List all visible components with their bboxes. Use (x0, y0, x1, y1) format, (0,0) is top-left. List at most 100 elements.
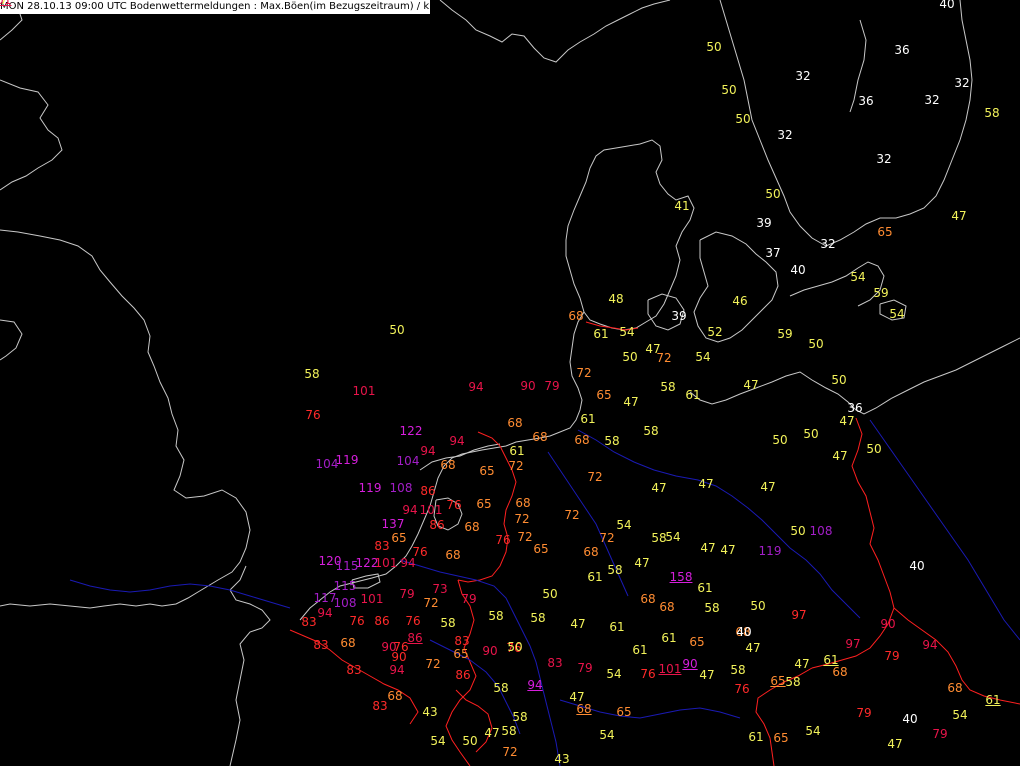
station-value: 40 (736, 625, 752, 639)
station-value: 54 (665, 530, 681, 544)
station-value: 90 (482, 644, 498, 658)
station-value: 47 (651, 481, 667, 495)
station-value: 50 (750, 599, 766, 613)
station-value: 61 (593, 327, 609, 341)
station-value: 90 (391, 650, 407, 664)
station-value: 47 (839, 414, 855, 428)
station-value: 76 (640, 667, 656, 681)
station-value: 83 (301, 615, 317, 629)
coastline-sweden (439, 0, 671, 63)
station-value: 90 (682, 657, 698, 671)
station-value: 47 (743, 378, 759, 392)
station-value: 40 (909, 559, 925, 573)
station-value: 58 (493, 681, 509, 695)
station-value: 59 (777, 327, 793, 341)
station-value: 86 (407, 631, 423, 645)
coastline-britain-east (0, 79, 63, 191)
station-value: 119 (335, 453, 359, 467)
station-value: 79 (544, 379, 560, 393)
station-value: 58 (651, 531, 667, 545)
station-value: 65 (533, 542, 549, 556)
station-value: 32 (876, 152, 892, 166)
station-value: 72 (425, 657, 441, 671)
station-value: 72 (502, 745, 518, 759)
station-value: 83 (454, 634, 470, 648)
station-value: 101 (374, 556, 398, 570)
station-value: 52 (707, 325, 723, 339)
station-value: 72 (514, 512, 530, 526)
station-value: 65 (616, 705, 632, 719)
station-value: 158 (669, 570, 693, 584)
station-value: 104 (396, 454, 420, 468)
station-value: 108 (809, 524, 833, 538)
station-value: 86 (429, 518, 445, 532)
station-value: 94 (400, 556, 416, 570)
station-value: 101 (658, 662, 682, 676)
station-value: 58 (304, 367, 320, 381)
station-value: 68 (568, 309, 584, 323)
station-value: 76 (405, 614, 421, 628)
station-value: 58 (607, 563, 623, 577)
station-value: 46 (732, 294, 748, 308)
station-value: 54 (695, 350, 711, 364)
station-value: 47 (623, 395, 639, 409)
station-value: 47 (720, 543, 736, 557)
station-value: 48 (608, 292, 624, 306)
station-value: 58 (530, 611, 546, 625)
station-value: 61 (580, 412, 596, 426)
station-value: 54 (606, 667, 622, 681)
station-value: 79 (884, 649, 900, 663)
station-value: 86 (455, 668, 471, 682)
station-value: 50 (866, 442, 882, 456)
station-value: 101 (360, 592, 384, 606)
station-value: 50 (831, 373, 847, 387)
station-value: 94 (420, 444, 436, 458)
station-value: 40 (790, 263, 806, 277)
station-value: 97 (791, 608, 807, 622)
station-value: 54 (952, 708, 968, 722)
map-title: MON 28.10.13 09:00 UTC Bodenwettermeldun… (0, 0, 430, 14)
station-value: 59 (873, 286, 889, 300)
station-value: 40 (902, 712, 918, 726)
station-value: 68 (574, 433, 590, 447)
station-value: 32 (777, 128, 793, 142)
station-value: 72 (656, 351, 672, 365)
station-value: 58 (785, 675, 801, 689)
station-value: 47 (698, 477, 714, 491)
station-value: 65 (479, 464, 495, 478)
station-value: 50 (462, 734, 478, 748)
station-value: 43 (554, 752, 570, 766)
station-value: 58 (704, 601, 720, 615)
station-value: 50 (772, 433, 788, 447)
station-value: 76 (495, 533, 511, 547)
station-value: 83 (313, 638, 329, 652)
station-value: 54 (850, 270, 866, 284)
station-value: 68 (464, 520, 480, 534)
station-value: 65 (453, 647, 469, 661)
station-value: 79 (856, 706, 872, 720)
station-value: 54 (599, 728, 615, 742)
station-value: 68 (947, 681, 963, 695)
station-value: 108 (333, 596, 357, 610)
station-value: 68 (507, 416, 523, 430)
station-value: 72 (587, 470, 603, 484)
station-value: 68 (440, 458, 456, 472)
station-value: 83 (547, 656, 563, 670)
station-value: 101 (352, 384, 376, 398)
station-value: 79 (461, 592, 477, 606)
station-value: 50 (735, 112, 751, 126)
station-value: 32 (954, 76, 970, 90)
station-value: 68 (532, 430, 548, 444)
station-value: 61 (685, 388, 701, 402)
station-value: 72 (564, 508, 580, 522)
station-value: 47 (760, 480, 776, 494)
station-value: 58 (501, 724, 517, 738)
river-maas (69, 579, 291, 609)
station-value: 68 (445, 548, 461, 562)
coastline-wales-cornwall (0, 319, 23, 361)
station-value: 65 (773, 731, 789, 745)
station-value: 90 (880, 617, 896, 631)
station-value: 65 (596, 388, 612, 402)
station-value: 61 (985, 693, 1001, 707)
station-value: 58 (730, 663, 746, 677)
